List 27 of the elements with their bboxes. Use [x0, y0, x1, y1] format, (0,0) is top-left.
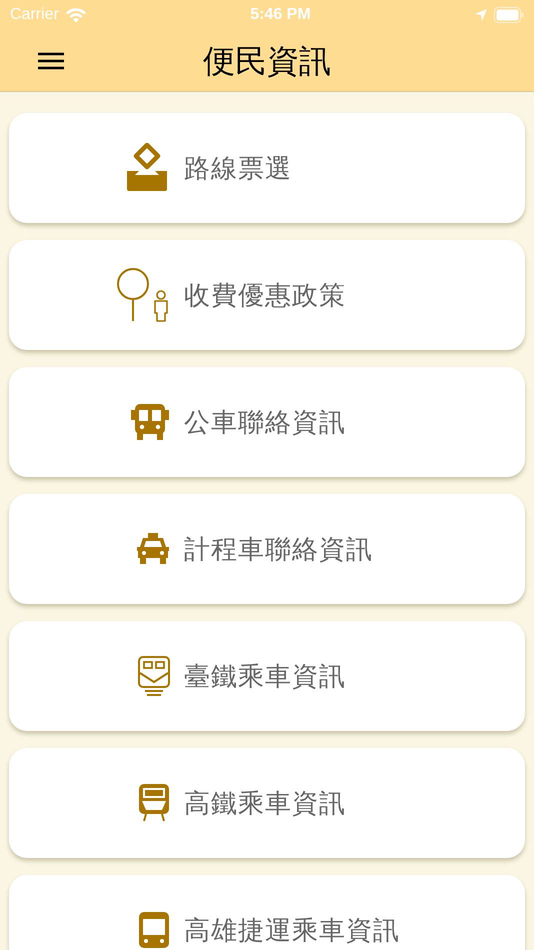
- battery-icon: [494, 7, 524, 23]
- menu-card[interactable]: 路線票選: [9, 113, 525, 223]
- menu-card[interactable]: 公車聯絡資訊: [9, 367, 525, 477]
- menu-card[interactable]: 收費優惠政策: [9, 240, 525, 350]
- menu-card[interactable]: 高雄捷運乘車資訊: [9, 875, 525, 950]
- card-label: 高雄捷運乘車資訊: [184, 914, 400, 946]
- taxi-icon: [136, 532, 170, 566]
- menu-card[interactable]: 臺鐵乘車資訊: [9, 621, 525, 731]
- carrier-label: Carrier: [10, 5, 59, 25]
- sign-and-person-icon: [116, 267, 170, 323]
- page-title: 便民資訊: [203, 42, 331, 80]
- location-arrow-icon: [474, 8, 488, 22]
- bus-front-icon: [138, 911, 170, 949]
- card-label: 高鐵乘車資訊: [184, 786, 346, 820]
- ballot-box-icon: [124, 143, 170, 193]
- menu-card[interactable]: 高鐵乘車資訊: [9, 748, 525, 858]
- card-label: 公車聯絡資訊: [184, 406, 346, 438]
- card-label: 臺鐵乘車資訊: [184, 660, 346, 692]
- card-label: 路線票選: [184, 152, 292, 184]
- menu-card[interactable]: 計程車聯絡資訊: [9, 494, 525, 604]
- train-icon: [138, 656, 170, 696]
- bus-icon: [130, 403, 170, 441]
- card-label: 收費優惠政策: [184, 278, 346, 312]
- time-label: 5:46 PM: [250, 5, 311, 25]
- train-icon: [138, 783, 170, 823]
- card-label: 計程車聯絡資訊: [184, 532, 373, 566]
- wifi-icon: [64, 7, 87, 23]
